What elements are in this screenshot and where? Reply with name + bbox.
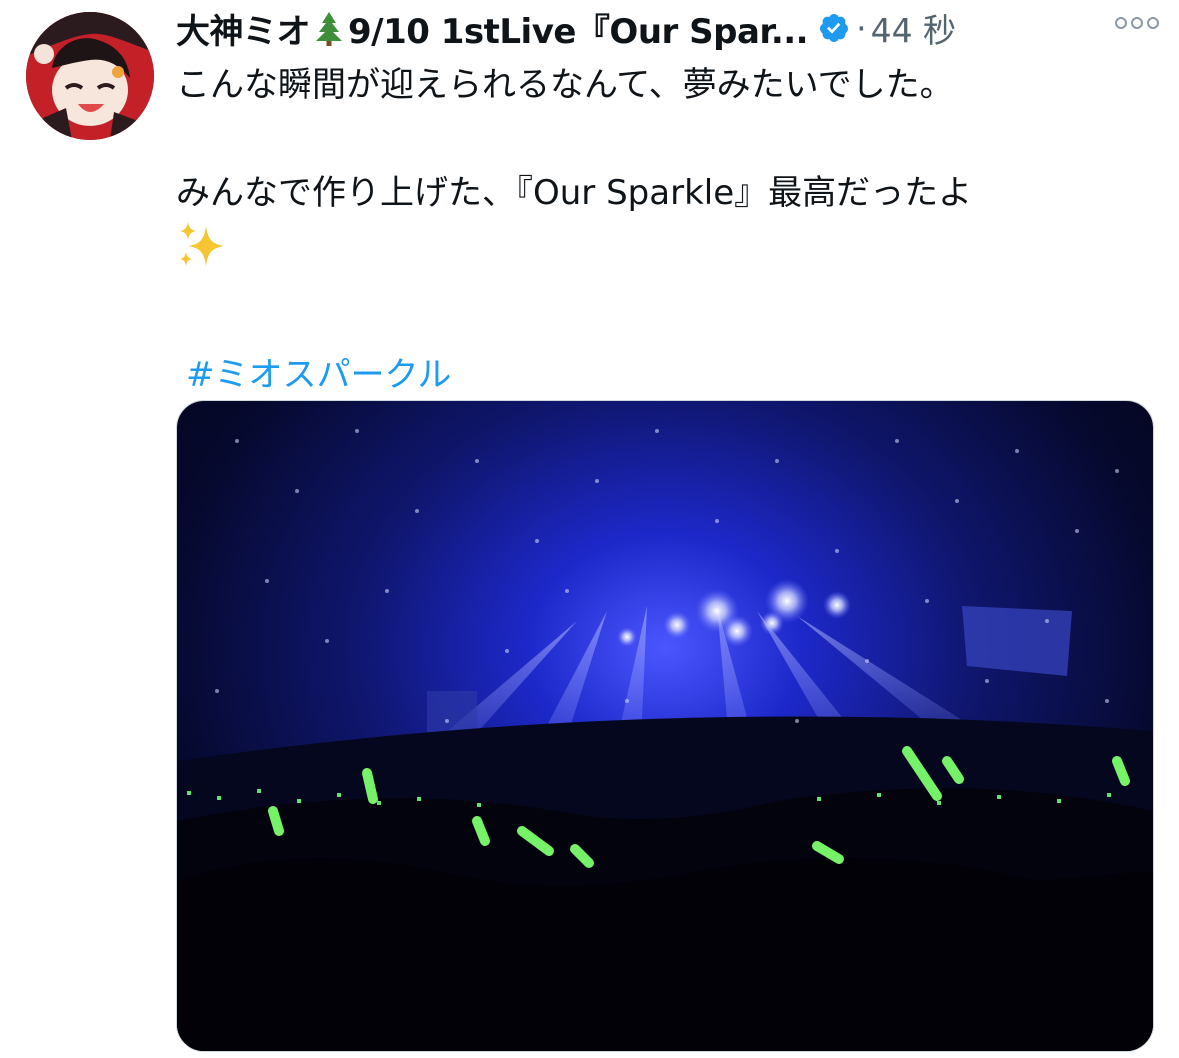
- timestamp[interactable]: 44 秒: [871, 4, 956, 52]
- verified-badge-icon[interactable]: [818, 12, 850, 44]
- display-name[interactable]: 大神ミオ: [176, 4, 311, 53]
- avatar[interactable]: [26, 12, 154, 140]
- hashtag-link[interactable]: #ミオスパークル: [186, 348, 451, 402]
- header-separator: ·: [856, 8, 867, 48]
- more-options-icon[interactable]: [1115, 8, 1159, 38]
- more-dot: [1147, 17, 1159, 29]
- tweet-line: みんなで作り上げた、『Our Sparkle』最高だったよ: [176, 173, 973, 213]
- more-dot: [1115, 17, 1127, 29]
- sparkles-emoji-icon: [180, 222, 224, 266]
- more-dot: [1131, 17, 1143, 29]
- tweet-line: こんな瞬間が迎えられるなんて、夢みたいでした。: [176, 65, 954, 105]
- display-name-suffix[interactable]: 9/10 1stLive『Our Spar...: [348, 4, 809, 53]
- tweet-header: 大神ミオ 9/10 1stLive『Our Spar... · 44 秒: [176, 4, 1166, 52]
- tweet-text: こんな瞬間が迎えられるなんて、夢みたいでした。 みんなで作り上げた、『Our S…: [176, 58, 1136, 402]
- avatar-illustration: [26, 12, 154, 140]
- concert-photo: [177, 429, 1153, 1051]
- tweet-photo[interactable]: [176, 400, 1154, 1052]
- tree-emoji-icon: [316, 12, 342, 46]
